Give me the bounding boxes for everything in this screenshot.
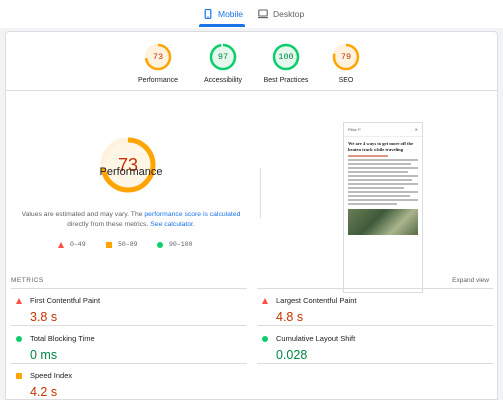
preview-article-title: We are 4 ways to get more off the beaten… <box>348 141 414 152</box>
vertical-divider <box>260 168 261 218</box>
gauge-score: 100 <box>278 52 294 62</box>
average-square-icon <box>106 241 112 248</box>
metric-lcp: Largest Contentful Paint 4.8 s <box>262 296 492 324</box>
desktop-icon <box>258 9 268 19</box>
legend-fail: 0–49 <box>58 241 86 248</box>
preview-header: Pillar P ✕ <box>344 123 422 137</box>
fail-triangle-icon <box>16 297 22 304</box>
metric-name: Cumulative Layout Shift <box>276 334 356 343</box>
metric-value: 4.2 s <box>30 385 58 399</box>
gauge-ring: 79 <box>331 42 361 72</box>
metric-value: 0.028 <box>276 348 308 362</box>
gauge-score: 97 <box>217 52 229 62</box>
pass-circle-icon <box>157 241 163 248</box>
pass-circle-icon <box>16 335 22 342</box>
desc-text-2: directly from these metrics. <box>67 221 149 228</box>
metric-value: 0 ms <box>30 348 58 362</box>
report-tabbar: Mobile Desktop <box>0 0 503 28</box>
metric-divider <box>257 288 493 289</box>
metric-divider <box>257 325 493 326</box>
legend-average-range: 50–89 <box>118 241 138 248</box>
legend-pass: 90–100 <box>157 241 192 248</box>
section-divider <box>6 90 497 91</box>
gauge-label: SEO <box>338 77 354 84</box>
fail-triangle-icon <box>58 241 64 248</box>
menu-icon: ✕ <box>414 127 418 132</box>
performance-score: 73 <box>117 155 139 175</box>
see-calculator-link[interactable]: See calculator. <box>150 221 195 228</box>
metric-cls: Cumulative Layout Shift 0.028 <box>262 334 492 362</box>
gauge-ring: 97 <box>208 42 238 72</box>
average-square-icon <box>16 372 22 379</box>
pass-circle-icon <box>262 335 268 342</box>
mobile-icon <box>204 9 212 19</box>
metric-fcp: First Contentful Paint 3.8 s <box>16 296 246 324</box>
fail-triangle-icon <box>262 297 268 304</box>
metric-name: Largest Contentful Paint <box>276 296 357 305</box>
gauge-score: 79 <box>340 52 352 62</box>
metrics-header: METRICS <box>11 277 44 284</box>
preview-body: We are 4 ways to get more off the beaten… <box>344 137 422 239</box>
preview-meta <box>348 155 388 157</box>
tab-mobile[interactable]: Mobile <box>203 3 243 25</box>
gauge-score: 73 <box>152 52 164 62</box>
performance-title: Performance <box>99 166 163 178</box>
preview-image <box>348 208 418 235</box>
gauge-ring: 100 <box>271 42 301 72</box>
metric-divider <box>11 288 247 289</box>
page-screenshot-preview: Pillar P ✕ We are 4 ways to get more off… <box>343 122 423 293</box>
gauge-ring: 73 <box>143 42 173 72</box>
report-card: 73 Performance 97 Accessibility 100 Best Prac… <box>5 31 498 400</box>
tab-mobile-label: Mobile <box>218 9 244 19</box>
tab-desktop-label: Desktop <box>273 9 305 19</box>
tab-desktop[interactable]: Desktop <box>258 3 304 25</box>
preview-logo: Pillar P <box>348 127 361 132</box>
score-calculated-link[interactable]: performance score is calculated <box>144 211 240 218</box>
desc-text: Values are estimated and may vary. The <box>21 211 143 218</box>
metric-divider <box>257 363 493 364</box>
metric-divider <box>11 363 247 364</box>
performance-description: Values are estimated and may vary. The p… <box>18 210 244 230</box>
legend-pass-range: 90–100 <box>169 241 193 248</box>
legend-fail-range: 0–49 <box>70 241 86 248</box>
metric-divider <box>11 325 247 326</box>
expand-view-button[interactable]: Expand view <box>452 277 489 284</box>
metric-speed-index: Speed Index 4.2 s <box>16 371 246 399</box>
metric-name: Total Blocking Time <box>30 334 95 343</box>
metric-value: 3.8 s <box>30 310 58 324</box>
summary-gauge-seo[interactable]: 79 SEO <box>306 42 386 84</box>
metric-tbt: Total Blocking Time 0 ms <box>16 334 246 362</box>
metric-value: 4.8 s <box>276 310 304 324</box>
active-tab-indicator <box>199 24 245 27</box>
legend-average: 50–89 <box>106 241 138 248</box>
metric-name: First Contentful Paint <box>30 296 101 305</box>
performance-gauge-large: 73 <box>99 136 157 194</box>
metric-name: Speed Index <box>30 371 73 380</box>
